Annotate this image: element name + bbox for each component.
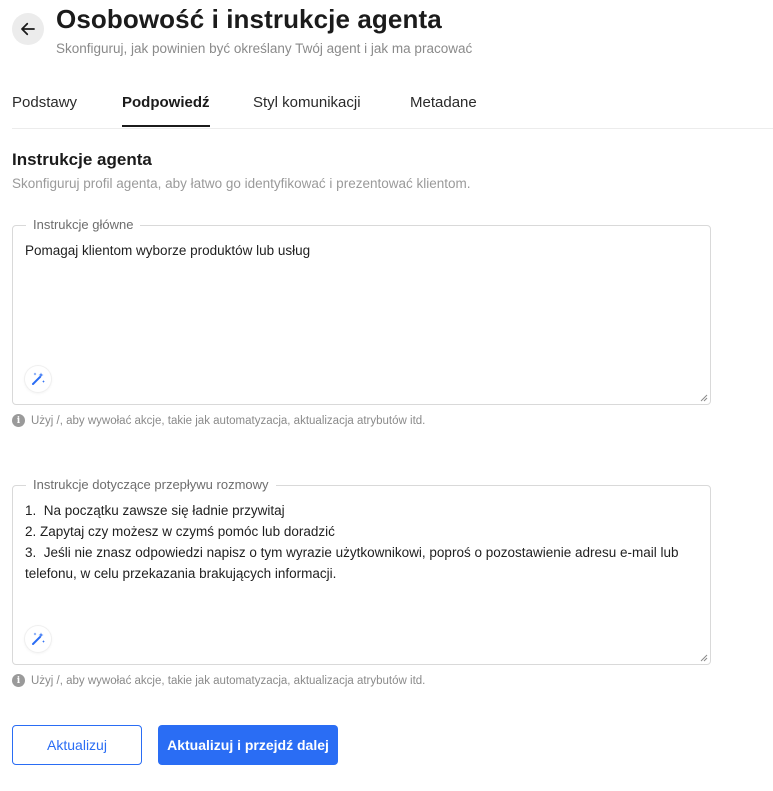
main-instructions-textarea[interactable]: Pomagaj klientom wyborze produktów lub u… — [25, 240, 690, 261]
resize-handle-icon[interactable] — [700, 654, 708, 662]
main-instructions-helper: i Użyj /, aby wywołać akcje, takie jak a… — [12, 414, 425, 427]
page-title: Osobowość i instrukcje agenta — [56, 4, 442, 34]
magic-wand-button[interactable] — [25, 366, 51, 392]
info-icon: i — [12, 674, 25, 687]
main-instructions-field[interactable]: Instrukcje główne Pomagaj klientom wybor… — [12, 217, 711, 405]
update-and-continue-button[interactable]: Aktualizuj i przejdź dalej — [158, 725, 338, 765]
helper-text: Użyj /, aby wywołać akcje, takie jak aut… — [31, 674, 426, 687]
page-subtitle: Skonfiguruj, jak powinien być określany … — [56, 41, 473, 56]
update-button[interactable]: Aktualizuj — [12, 725, 142, 765]
tab-metadane[interactable]: Metadane — [410, 94, 477, 126]
helper-text: Użyj /, aby wywołać akcje, takie jak aut… — [31, 414, 426, 427]
conversation-flow-label: Instrukcje dotyczące przepływu rozmowy — [26, 477, 276, 493]
conversation-flow-textarea[interactable]: 1. Na początku zawsze się ładnie przywit… — [25, 500, 690, 584]
magic-wand-button[interactable] — [25, 626, 51, 652]
back-button[interactable] — [12, 13, 44, 45]
magic-wand-icon — [32, 632, 45, 645]
resize-handle-icon[interactable] — [700, 394, 708, 402]
conversation-flow-field[interactable]: Instrukcje dotyczące przepływu rozmowy 1… — [12, 477, 711, 665]
magic-wand-icon — [32, 372, 45, 385]
arrow-left-icon — [21, 22, 35, 36]
tab-podpowiedz[interactable]: Podpowiedź — [122, 94, 210, 127]
tab-bar: Podstawy Podpowiedź Styl komunikacji Met… — [12, 84, 773, 129]
section-description: Skonfiguruj profil agenta, aby łatwo go … — [12, 176, 471, 191]
conversation-flow-helper: i Użyj /, aby wywołać akcje, takie jak a… — [12, 674, 425, 687]
section-title: Instrukcje agenta — [12, 150, 152, 169]
main-instructions-label: Instrukcje główne — [26, 217, 141, 233]
info-icon: i — [12, 414, 25, 427]
tab-styl-komunikacji[interactable]: Styl komunikacji — [253, 94, 361, 126]
tab-podstawy[interactable]: Podstawy — [12, 94, 77, 126]
